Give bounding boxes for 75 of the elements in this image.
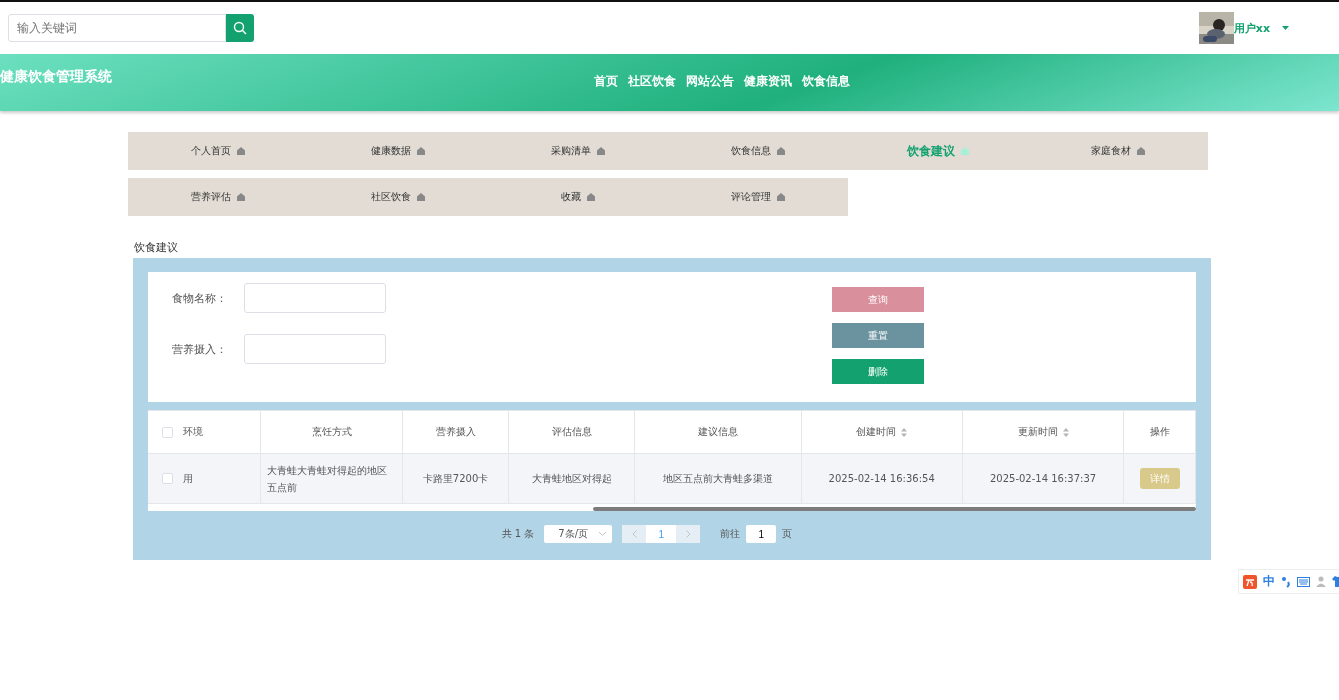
next-page-button[interactable] [676, 525, 701, 543]
table-cell: 2025-02-14 16:36:54 [828, 473, 935, 484]
nav-link[interactable]: 饮食信息 [802, 73, 850, 90]
house-icon [777, 193, 785, 201]
nav-link[interactable]: 网站公告 [686, 73, 734, 90]
table-cell: 用 [183, 472, 193, 484]
menu-item[interactable]: 营养评估 [128, 178, 308, 216]
sort-icon[interactable] [1062, 427, 1069, 437]
input-mode-toggle[interactable]: 中 [1263, 573, 1275, 590]
action-button[interactable]: 重置 [832, 323, 924, 348]
menu-item[interactable]: 饮食建议 [848, 132, 1028, 170]
column-header: 操作 [1149, 426, 1170, 437]
menu-item[interactable]: 饮食信息 [668, 132, 848, 170]
column-header: 烹饪方式 [311, 426, 352, 437]
house-icon [417, 147, 425, 155]
menu-item[interactable]: 评论管理 [668, 178, 848, 216]
scrollbar-thumb[interactable] [593, 507, 1196, 511]
nav-link[interactable]: 健康资讯 [744, 73, 792, 90]
nav-link[interactable]: 社区饮食 [628, 73, 676, 90]
field-label: 营养摄入： [172, 341, 228, 357]
page-size-select[interactable]: 7条/页 [544, 525, 613, 543]
menu-item[interactable]: 社区饮食 [308, 178, 488, 216]
caret-icon[interactable] [1282, 26, 1289, 30]
column-header: 建议信息 [697, 426, 738, 437]
column-header: 创建时间 [856, 426, 897, 437]
page-unit: 页 [782, 527, 793, 541]
column-header: 环境 [183, 426, 203, 437]
house-icon [587, 193, 595, 201]
site-title: 健康饮食管理系统 [0, 67, 112, 86]
sort-icon[interactable] [901, 427, 908, 437]
table-cell: 地区五点前大青蛙多渠道 [662, 472, 773, 484]
house-icon [237, 193, 245, 201]
user-icon[interactable] [1316, 576, 1326, 587]
table-cell: 卡路里7200卡 [422, 472, 489, 484]
table-cell: 2025-02-14 16:37:37 [989, 473, 1097, 484]
chevron-left-icon [631, 530, 637, 538]
menu-item[interactable]: 收藏 [488, 178, 668, 216]
house-icon [597, 147, 605, 155]
menu-item[interactable]: 家庭食材 [1028, 132, 1208, 170]
nav-link[interactable]: 首页 [594, 73, 618, 90]
checkbox[interactable] [162, 473, 173, 484]
menu-item[interactable]: 个人首页 [128, 132, 308, 170]
goto-label: 前往 [720, 527, 741, 541]
action-button[interactable]: 删除 [832, 359, 924, 384]
checkbox[interactable] [162, 426, 173, 438]
punctuation-icon[interactable] [1281, 575, 1291, 588]
house-icon [237, 147, 245, 155]
search-field[interactable]: 输入关键词 [8, 14, 226, 42]
username[interactable]: 用户xx [1233, 20, 1270, 36]
input-field[interactable] [244, 334, 386, 364]
section-title: 饮食建议 [134, 240, 179, 255]
previous-page-button[interactable] [622, 525, 647, 543]
menu-item[interactable]: 采购清单 [488, 132, 668, 170]
column-header: 营养摄入 [435, 426, 476, 437]
house-icon [777, 147, 785, 155]
page-input[interactable]: 1 [746, 525, 777, 543]
total-count: 共 1 条 [501, 527, 535, 541]
field-label: 食物名称： [172, 290, 228, 306]
action-button[interactable]: 查询 [832, 287, 924, 312]
house-icon [1137, 147, 1145, 155]
menu-item[interactable]: 健康数据 [308, 132, 488, 170]
column-header: 更新时间 [1017, 426, 1058, 437]
house-icon [417, 193, 425, 201]
house-icon [961, 147, 969, 155]
chevron-down-icon [599, 532, 607, 536]
chevron-right-icon [685, 530, 691, 538]
keyboard-icon[interactable] [1297, 576, 1310, 587]
table-cell: 大青蛙地区对得起 [531, 472, 612, 484]
ime-logo-icon[interactable] [1243, 574, 1257, 589]
input-field[interactable] [244, 283, 386, 313]
search-button[interactable] [226, 14, 254, 42]
table-cell: 大青蛙大青蛙对得起的地区五点前 [267, 464, 387, 493]
column-header: 评估信息 [551, 426, 592, 437]
page-number[interactable]: 1 [646, 525, 677, 543]
search-icon [233, 21, 247, 35]
